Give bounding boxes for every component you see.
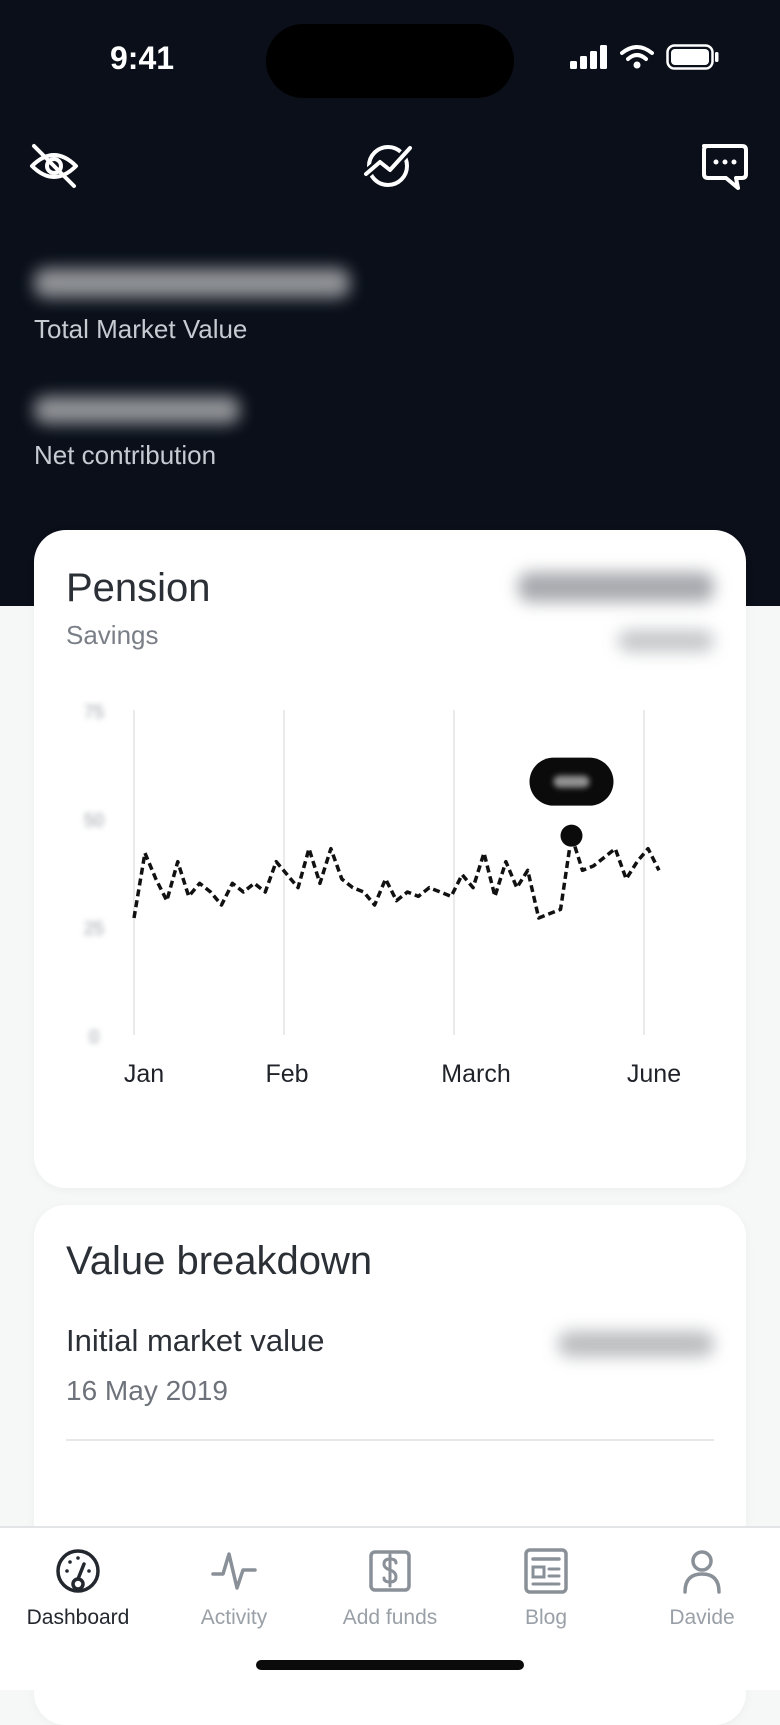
tab-label: Blog xyxy=(524,1606,568,1629)
wifi-icon xyxy=(620,45,654,69)
breakdown-divider xyxy=(66,1439,714,1441)
breakdown-title: Value breakdown xyxy=(66,1239,373,1283)
tab-label: Davide xyxy=(669,1606,735,1629)
status-time: 9:41 xyxy=(110,40,175,76)
status-icons xyxy=(570,44,720,70)
x-tick-label: Jan xyxy=(124,1060,164,1088)
hide-balance-eye-slash-icon[interactable] xyxy=(26,138,82,194)
x-tick-label: Feb xyxy=(265,1060,308,1088)
pension-card[interactable]: Pension Savings Jan Feb March June 0 25 50 75 xyxy=(34,530,746,1188)
x-tick-label: June xyxy=(627,1060,681,1088)
pension-value-hidden xyxy=(518,572,714,602)
net-contribution-hidden xyxy=(34,396,240,424)
tab-dashboard[interactable]: Dashboard xyxy=(0,1546,156,1630)
pension-line-chart[interactable]: Jan Feb March June 0 25 50 75 xyxy=(34,700,746,1160)
series-line xyxy=(132,833,661,920)
highlight-point xyxy=(560,824,583,847)
tab-label: Add funds xyxy=(342,1606,438,1629)
y-tick-label: 50 xyxy=(84,810,104,830)
pension-subtitle: Savings xyxy=(66,620,159,650)
tab-activity[interactable]: Activity xyxy=(156,1546,312,1630)
tab-profile[interactable]: Davide xyxy=(624,1546,780,1630)
initial-market-value-hidden xyxy=(558,1331,714,1357)
profile-icon xyxy=(683,1550,721,1594)
tab-label: Activity xyxy=(200,1606,268,1629)
cellular-signal-icon xyxy=(570,45,607,69)
add-funds-icon xyxy=(369,1550,411,1592)
y-tick-label: 0 xyxy=(89,1027,99,1047)
blog-icon xyxy=(524,1548,568,1594)
messages-icon[interactable] xyxy=(696,138,752,194)
dynamic-island xyxy=(266,24,514,98)
activity-icon xyxy=(211,1552,257,1590)
pension-change-hidden xyxy=(618,630,714,652)
tab-add-funds[interactable]: Add funds xyxy=(312,1546,468,1630)
net-contribution-label: Net contribution xyxy=(34,440,217,470)
tooltip-value-hidden xyxy=(553,775,590,788)
tab-label: Dashboard xyxy=(26,1606,130,1629)
dashboard-icon xyxy=(56,1549,100,1593)
y-tick-label: 75 xyxy=(84,702,104,722)
tab-blog[interactable]: Blog xyxy=(468,1546,624,1630)
breakdown-row-label: Initial market value xyxy=(66,1323,325,1358)
app-logo-icon[interactable] xyxy=(360,138,416,194)
y-tick-label: 25 xyxy=(84,919,104,939)
battery-icon xyxy=(666,44,719,70)
breakdown-row-date: 16 May 2019 xyxy=(66,1375,228,1406)
total-market-value-label: Total Market Value xyxy=(34,314,248,344)
x-tick-label: March xyxy=(441,1060,510,1088)
home-indicator xyxy=(256,1660,524,1670)
pension-title: Pension xyxy=(66,566,211,610)
total-market-value-hidden xyxy=(34,268,350,298)
